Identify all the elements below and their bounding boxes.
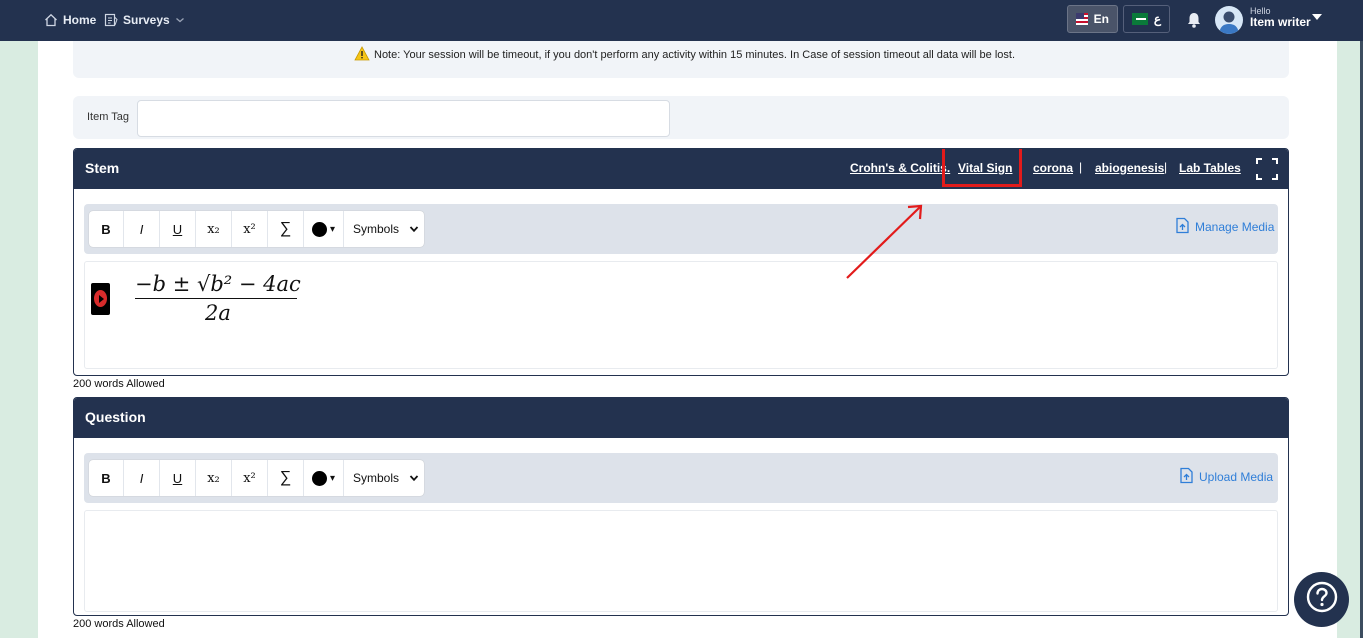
color-caret-icon: ▾ xyxy=(329,223,336,235)
formula-denominator: 2a xyxy=(204,301,231,325)
notification-bell-icon[interactable] xyxy=(1186,11,1202,34)
stem-link-lab-tables[interactable]: Lab Tables xyxy=(1179,161,1241,175)
symbols-label: Symbols xyxy=(353,471,400,485)
question-panel: Question B I U x₂ x² ∑ ▾ Symbols Upload … xyxy=(73,397,1289,616)
question-header: Question xyxy=(74,398,1288,438)
fullscreen-icon[interactable] xyxy=(1256,158,1278,185)
symbols-label: Symbols xyxy=(353,222,400,236)
home-icon xyxy=(44,13,58,27)
language-en-button[interactable]: En xyxy=(1067,5,1118,33)
video-media-icon[interactable] xyxy=(91,283,110,315)
nav-surveys-menu[interactable]: Surveys xyxy=(104,11,185,29)
chevron-down-icon xyxy=(175,13,185,27)
nav-surveys-label: Surveys xyxy=(123,13,170,27)
chevron-down-icon xyxy=(409,222,419,236)
user-menu[interactable]: Hello Item writer xyxy=(1250,6,1311,30)
bold-button[interactable]: B xyxy=(89,460,124,496)
upload-file-icon xyxy=(1179,467,1194,487)
user-name: Item writer xyxy=(1250,15,1311,30)
stem-header: Stem Crohn's & Colitis. | Vital Sign | c… xyxy=(74,149,1288,189)
stem-title: Stem xyxy=(85,160,120,176)
question-editor-toolbar: B I U x₂ x² ∑ ▾ Symbols xyxy=(89,460,424,496)
stem-word-limit: 200 words Allowed xyxy=(73,378,165,390)
underline-button[interactable]: U xyxy=(160,460,196,496)
symbols-select[interactable]: Symbols xyxy=(344,460,424,496)
chevron-down-icon xyxy=(409,471,419,485)
language-ar-button[interactable]: ع xyxy=(1123,5,1170,33)
upload-file-icon xyxy=(1175,217,1190,237)
highlight-box xyxy=(942,149,1022,187)
surveys-icon xyxy=(104,13,118,27)
upload-media-link[interactable]: Upload Media xyxy=(1179,467,1273,487)
item-tag-input[interactable] xyxy=(137,100,670,137)
warning-icon xyxy=(354,46,370,64)
stem-link-abiogenesis[interactable]: abiogenesis xyxy=(1095,161,1164,175)
color-caret-icon: ▾ xyxy=(329,472,336,484)
formula-numerator: −b ± √b² − 4ac xyxy=(135,272,301,296)
user-avatar[interactable] xyxy=(1215,6,1243,34)
stem-link-crohns[interactable]: Crohn's & Colitis. xyxy=(850,161,950,175)
question-word-limit: 200 words Allowed xyxy=(73,618,165,630)
symbols-select[interactable]: Symbols xyxy=(344,211,424,247)
upload-media-label: Upload Media xyxy=(1199,470,1274,484)
top-navbar: Home Surveys En ع Hello Item writer xyxy=(0,0,1363,41)
superscript-button[interactable]: x² xyxy=(232,460,268,496)
italic-button[interactable]: I xyxy=(124,460,160,496)
manage-media-label: Manage Media xyxy=(1195,220,1275,234)
equation-button[interactable]: ∑ xyxy=(268,211,304,247)
question-editor-area[interactable] xyxy=(84,510,1278,612)
stem-panel: Stem Crohn's & Colitis. | Vital Sign | c… xyxy=(73,148,1289,376)
annotation-arrow-icon xyxy=(846,204,923,279)
language-ar-label: ع xyxy=(1153,12,1161,26)
link-separator: | xyxy=(1079,160,1083,174)
subscript-button[interactable]: x₂ xyxy=(196,460,232,496)
question-title: Question xyxy=(85,409,146,425)
help-button[interactable] xyxy=(1294,572,1349,627)
stem-editor-toolbar: B I U x₂ x² ∑ ▾ Symbols xyxy=(89,211,424,247)
color-swatch-icon xyxy=(311,221,327,237)
underline-button[interactable]: U xyxy=(160,211,196,247)
stem-formula: −b ± √b² − 4ac 2a xyxy=(135,272,301,325)
text-color-picker[interactable]: ▾ xyxy=(304,460,344,496)
bold-button[interactable]: B xyxy=(89,211,124,247)
language-en-label: En xyxy=(1093,12,1109,26)
item-tag-label: Item Tag xyxy=(87,111,129,123)
saudi-flag-icon xyxy=(1132,13,1148,25)
stem-editor-area[interactable]: −b ± √b² − 4ac 2a xyxy=(84,261,1278,369)
question-mark-icon xyxy=(1305,580,1339,619)
stem-link-corona[interactable]: corona xyxy=(1033,161,1073,175)
superscript-button[interactable]: x² xyxy=(232,211,268,247)
session-note: Note: Your session will be timeout, if y… xyxy=(354,46,1015,64)
manage-media-link[interactable]: Manage Media xyxy=(1175,217,1274,237)
nav-home-label: Home xyxy=(63,13,97,27)
color-swatch-icon xyxy=(311,470,327,486)
nav-home-link[interactable]: Home xyxy=(44,11,96,29)
caret-down-icon[interactable] xyxy=(1312,14,1322,20)
session-note-text: Note: Your session will be timeout, if y… xyxy=(374,49,1016,61)
equation-button[interactable]: ∑ xyxy=(268,460,304,496)
link-separator: | xyxy=(1164,160,1168,174)
us-flag-icon xyxy=(1076,13,1088,25)
right-gutter xyxy=(1325,41,1337,638)
italic-button[interactable]: I xyxy=(124,211,160,247)
text-color-picker[interactable]: ▾ xyxy=(304,211,344,247)
subscript-button[interactable]: x₂ xyxy=(196,211,232,247)
